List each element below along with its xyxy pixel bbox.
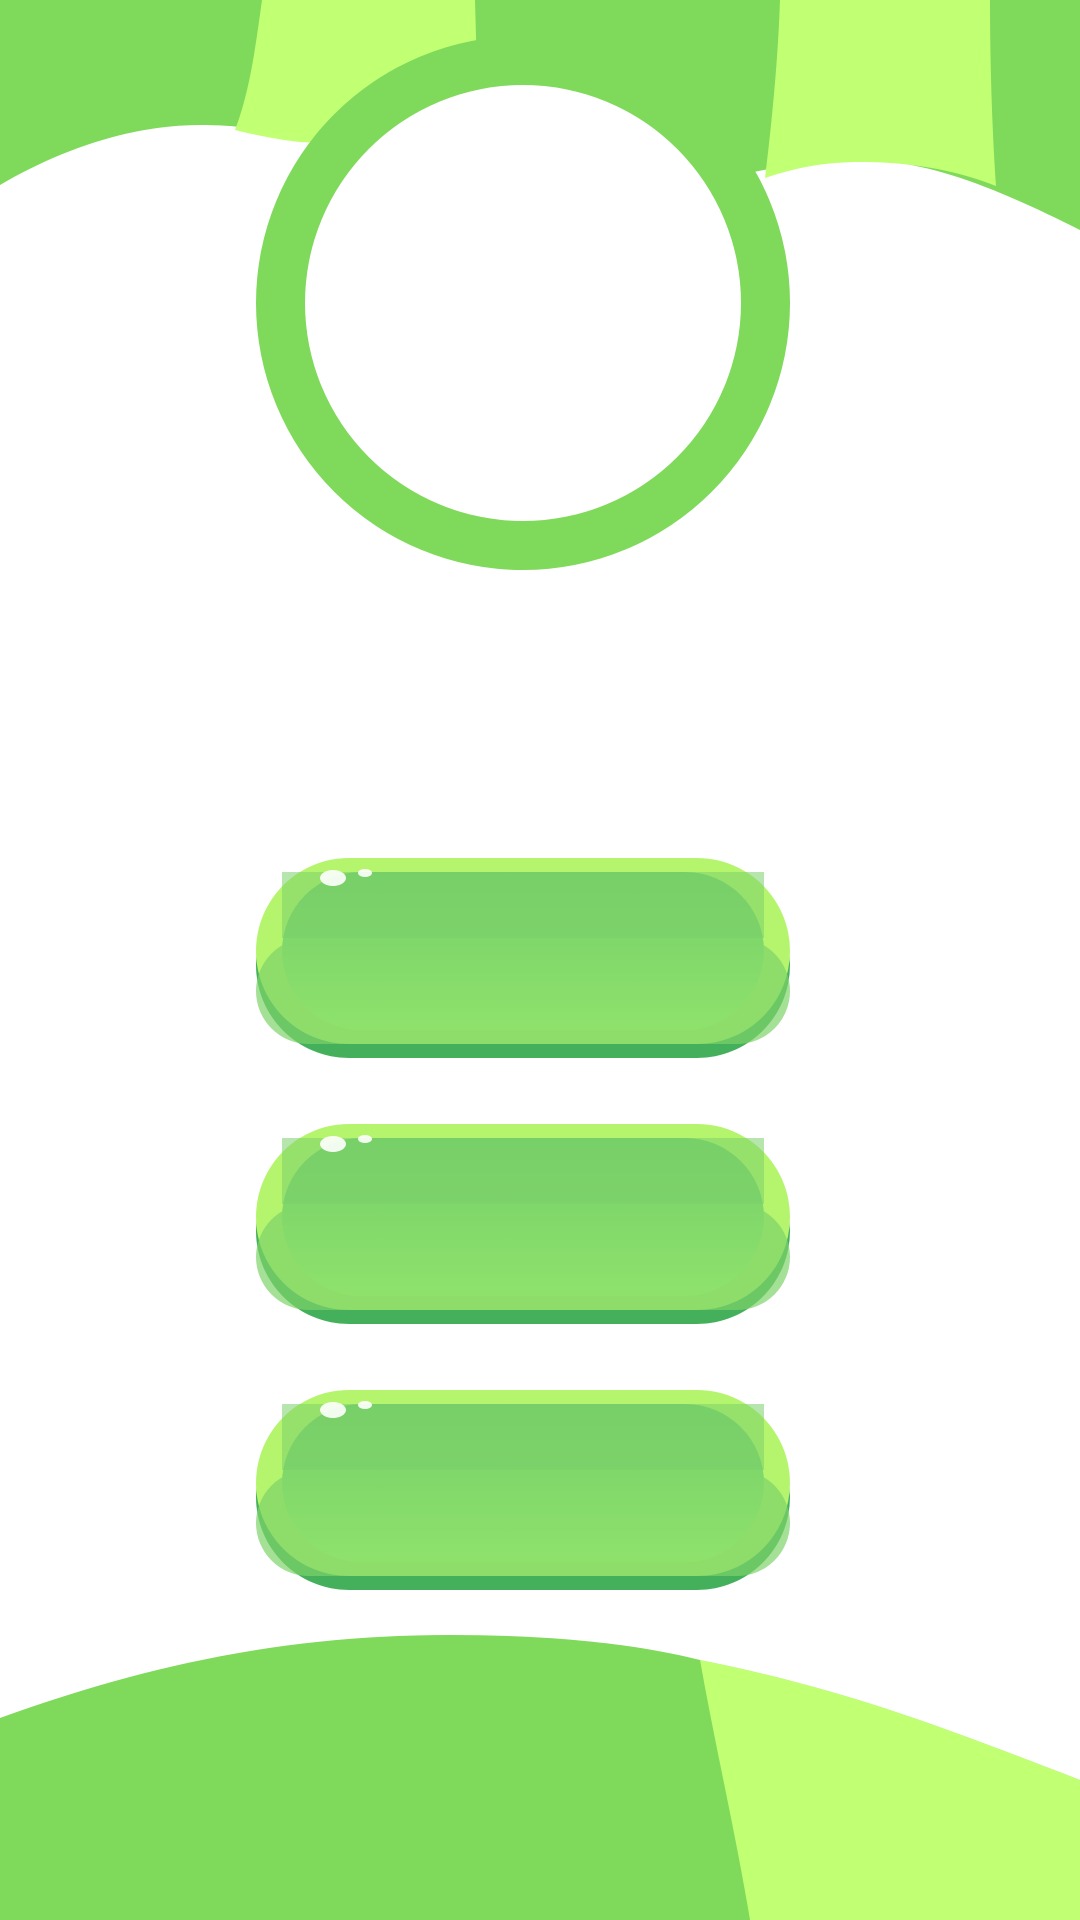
avatar-frame[interactable] (256, 36, 790, 570)
bottom-leaf-light (700, 1660, 1080, 1920)
top-leaf-light-2 (765, 0, 996, 186)
glossy-pill-button-icon (256, 858, 790, 1058)
glossy-pill-button-icon (256, 1124, 790, 1324)
menu-button-1[interactable] (256, 858, 790, 1058)
avatar-placeholder-icon (305, 85, 741, 521)
menu-button-2[interactable] (256, 1124, 790, 1324)
main-menu-screen (0, 0, 1080, 1920)
menu-button-3[interactable] (256, 1390, 790, 1590)
glossy-pill-button-icon (256, 1390, 790, 1590)
